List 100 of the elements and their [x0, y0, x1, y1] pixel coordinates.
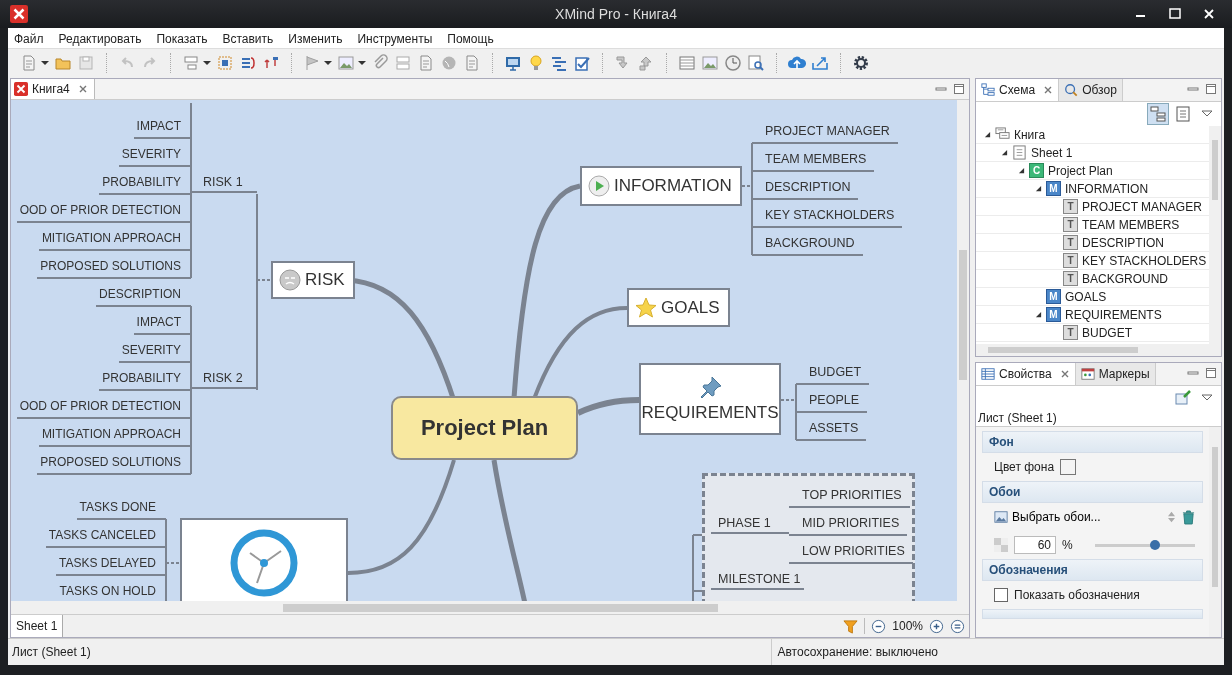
menu-item[interactable]: Файл: [14, 32, 44, 46]
tree-item[interactable]: Project Plan: [1048, 163, 1113, 178]
subtopic[interactable]: PROBABILITY: [99, 171, 191, 196]
window-icon[interactable]: [678, 53, 696, 72]
tree-item[interactable]: PROJECT MANAGER: [1082, 199, 1202, 214]
menu-item[interactable]: Инструменты: [357, 32, 433, 46]
spinner-arrows-icon[interactable]: [1167, 510, 1176, 524]
vertical-scrollbar[interactable]: [1209, 126, 1221, 344]
tree-item[interactable]: INFORMATION: [1065, 181, 1149, 196]
subtopic[interactable]: TASKS DONE: [76, 496, 166, 521]
subtopic[interactable]: KEY STACKHOLDERS: [752, 204, 903, 229]
subtopic[interactable]: MITIGATION APPROACH: [38, 423, 191, 448]
zoom-in-icon[interactable]: [929, 618, 944, 634]
trash-icon[interactable]: [1182, 509, 1195, 525]
central-topic[interactable]: Project Plan: [391, 396, 578, 461]
main-topic[interactable]: REQUIREMENTS: [639, 363, 781, 436]
panel-tab[interactable]: Маркеры: [1075, 363, 1156, 385]
opacity-field[interactable]: 60: [1014, 536, 1056, 554]
dropdown-caret-icon[interactable]: [358, 58, 366, 67]
subtopic[interactable]: PROBABILITY: [99, 367, 191, 392]
subtopic[interactable]: TEAM MEMBERS: [752, 148, 875, 173]
subtopic[interactable]: OOD OF PRIOR DETECTION: [16, 199, 191, 224]
tree-item[interactable]: DESCRIPTION: [1082, 235, 1164, 250]
panel-tab[interactable]: Схема: [976, 79, 1060, 101]
dropdown-caret-icon[interactable]: [203, 58, 211, 67]
settings-icon[interactable]: [852, 53, 870, 72]
tree-item[interactable]: GOALS: [1065, 289, 1107, 304]
lightbulb-icon[interactable]: [527, 53, 545, 72]
menu-item[interactable]: Редактировать: [58, 32, 142, 46]
subtopic[interactable]: PHASE 1: [711, 512, 789, 535]
sheet-tab[interactable]: Sheet 1: [11, 615, 64, 637]
section-header[interactable]: Обои: [982, 481, 1203, 503]
section-header[interactable]: Фон: [982, 431, 1203, 453]
subtopic[interactable]: DESCRIPTION: [96, 283, 191, 308]
opacity-slider-thumb[interactable]: [1149, 539, 1160, 550]
subtopic[interactable]: MITIGATION APPROACH: [38, 227, 191, 252]
choose-wallpaper-button[interactable]: Выбрать обои...: [994, 510, 1101, 524]
horizontal-scrollbar[interactable]: [976, 344, 1221, 356]
clock-icon[interactable]: [724, 53, 742, 72]
subtopic[interactable]: PROJECT MANAGER: [752, 120, 898, 145]
tree-item[interactable]: BACKGROUND: [1082, 271, 1168, 286]
subtopic[interactable]: MILESTONE 1: [711, 568, 804, 591]
subtopic[interactable]: MID PRIORITIES: [789, 512, 908, 537]
main-topic[interactable]: INFORMATION: [580, 166, 742, 207]
pin-view-icon[interactable]: [1173, 388, 1193, 408]
maximize-view-icon[interactable]: [1205, 83, 1217, 95]
fit-zoom-icon[interactable]: [950, 618, 965, 634]
subtopic[interactable]: BUDGET: [796, 361, 870, 386]
subtopic[interactable]: BACKGROUND: [752, 232, 863, 257]
panel-tab[interactable]: Обзор: [1059, 79, 1123, 101]
subtopic[interactable]: IMPACT: [133, 115, 191, 140]
subtopic[interactable]: IMPACT: [133, 311, 191, 336]
zoom-out-icon[interactable]: [871, 618, 887, 634]
horizontal-scrollbar[interactable]: [11, 601, 969, 614]
tree-item[interactable]: Книга: [1014, 127, 1046, 142]
expander-icon[interactable]: [1035, 185, 1042, 192]
menu-item[interactable]: Вставить: [222, 32, 274, 46]
menu-item[interactable]: Помощь: [447, 32, 494, 46]
close-icon[interactable]: [1202, 7, 1216, 21]
maximize-view-icon[interactable]: [1205, 367, 1217, 379]
picture-window-icon[interactable]: [701, 53, 719, 72]
tree-item[interactable]: REQUIREMENTS: [1065, 307, 1162, 322]
list-view-icon[interactable]: [1173, 104, 1193, 124]
panel-tab[interactable]: Свойства: [976, 363, 1076, 385]
subtopic[interactable]: TASKS CANCELED: [45, 524, 166, 549]
main-topic[interactable]: GOALS: [627, 288, 730, 328]
subtopic[interactable]: PEOPLE: [796, 389, 868, 414]
vertical-scrollbar[interactable]: [957, 100, 969, 602]
subtopic[interactable]: TASKS DELAYED: [56, 552, 166, 577]
subtopic[interactable]: TOP PRIORITIES: [789, 484, 910, 509]
tree-item[interactable]: TEAM MEMBERS: [1082, 217, 1180, 232]
expander-icon[interactable]: [984, 131, 991, 138]
zoom-page-icon[interactable]: [747, 53, 765, 72]
subtopic[interactable]: ASSETS: [796, 417, 867, 442]
menu-item[interactable]: Показать: [156, 32, 208, 46]
tree-view-icon[interactable]: [1147, 103, 1169, 125]
main-topic[interactable]: RISK: [271, 261, 355, 300]
dropdown-caret-icon[interactable]: [324, 58, 332, 67]
editor-tab[interactable]: Книга4: [11, 79, 95, 100]
maximize-icon[interactable]: [1168, 7, 1182, 21]
boundary-icon[interactable]: [216, 53, 234, 72]
expander-icon[interactable]: [1035, 311, 1042, 318]
subtopic[interactable]: PROPOSED SOLUTIONS: [37, 255, 191, 280]
checkbox[interactable]: [994, 588, 1008, 602]
subtopic[interactable]: SEVERITY: [118, 143, 191, 168]
expander-icon[interactable]: [1001, 149, 1008, 156]
image-topic[interactable]: [180, 518, 348, 602]
menu-item[interactable]: Изменить: [288, 32, 343, 46]
expander-icon[interactable]: [1018, 167, 1025, 174]
subtopic[interactable]: RISK 2: [191, 367, 257, 390]
tree-item[interactable]: KEY STACKHOLDERS: [1082, 253, 1207, 268]
tree-item[interactable]: BUDGET: [1082, 325, 1132, 340]
section-header[interactable]: Обозначения: [982, 559, 1203, 581]
subtopic[interactable]: SEVERITY: [118, 339, 191, 364]
color-swatch[interactable]: [1060, 459, 1077, 475]
subtopic[interactable]: LOW PRIORITIES: [789, 540, 913, 565]
subtopic[interactable]: OOD OF PRIOR DETECTION: [16, 395, 191, 420]
vertical-scrollbar[interactable]: [1209, 427, 1221, 637]
tree-item[interactable]: Sheet 1: [1031, 145, 1073, 160]
maximize-view-icon[interactable]: [953, 83, 965, 95]
